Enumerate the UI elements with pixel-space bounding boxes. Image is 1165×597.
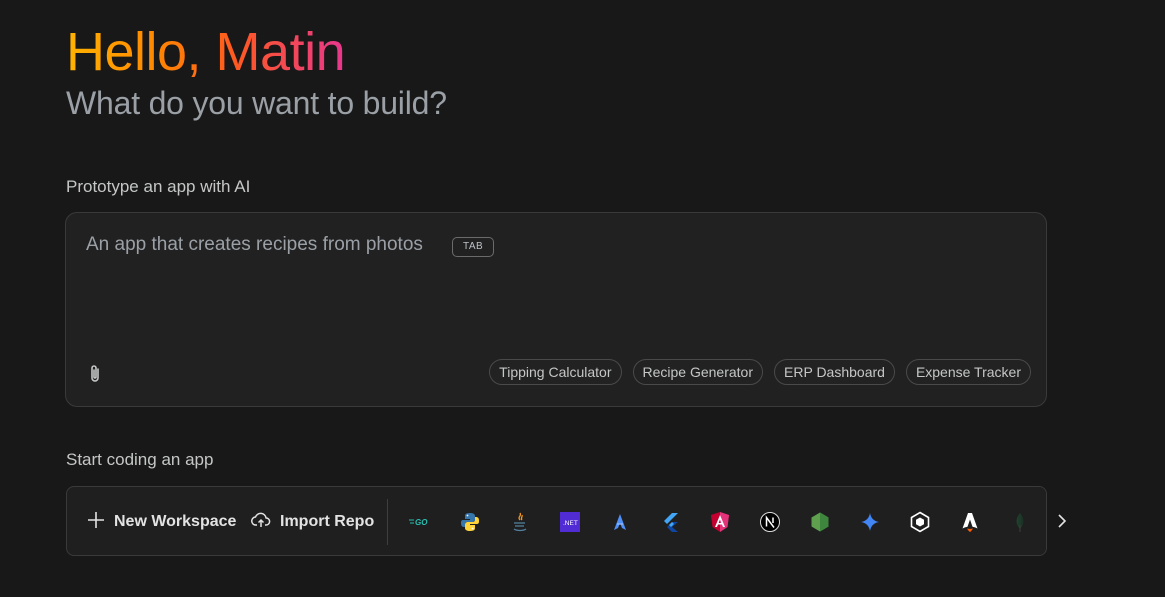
nodejs-icon[interactable] — [805, 507, 835, 537]
suggestion-chip-recipe-generator[interactable]: Recipe Generator — [632, 359, 764, 385]
hexagon-icon[interactable] — [905, 507, 935, 537]
suggestion-chips: Tipping Calculator Recipe Generator ERP … — [489, 359, 1031, 385]
tab-hint-badge: TAB — [452, 237, 495, 257]
flutter-icon[interactable] — [655, 507, 685, 537]
cloud-upload-icon — [251, 511, 271, 534]
toolbar-fade — [986, 487, 1046, 555]
import-repo-label: Import Repo — [280, 513, 375, 530]
angular-icon[interactable] — [705, 507, 735, 537]
paperclip-icon[interactable] — [86, 363, 106, 385]
dotnet-icon[interactable]: .NET — [555, 507, 585, 537]
new-workspace-label: New Workspace — [114, 513, 237, 530]
plus-icon — [87, 511, 105, 534]
toolbar-divider — [387, 499, 388, 545]
page: Hello, Matin What do you want to build? … — [0, 0, 1165, 597]
astro-icon[interactable] — [955, 507, 985, 537]
go-icon[interactable]: GO — [405, 507, 435, 537]
template-toolbar: New Workspace Import Repo GO .NET — [66, 486, 1047, 556]
suggestion-chip-expense-tracker[interactable]: Expense Tracker — [905, 359, 1031, 385]
gemini-icon[interactable] — [855, 507, 885, 537]
go-icon-text: GO — [415, 518, 428, 527]
astro-blue-icon[interactable] — [605, 507, 635, 537]
suggestion-chip-tipping-calculator[interactable]: Tipping Calculator — [489, 359, 622, 385]
suggestion-chip-erp-dashboard[interactable]: ERP Dashboard — [774, 359, 895, 385]
dotnet-icon-text: .NET — [563, 520, 578, 527]
page-subtitle: What do you want to build? — [66, 85, 447, 121]
python-icon[interactable] — [455, 507, 485, 537]
chevron-right-icon[interactable] — [1054, 510, 1070, 532]
template-icons: GO .NET — [405, 507, 1046, 537]
coding-section-label: Start coding an app — [66, 450, 214, 469]
prompt-input[interactable]: An app that creates recipes from photos … — [65, 212, 1047, 407]
prototype-section-label: Prototype an app with AI — [66, 177, 251, 196]
new-workspace-button[interactable]: New Workspace — [87, 507, 236, 537]
java-icon[interactable] — [505, 507, 535, 537]
import-repo-button[interactable]: Import Repo — [251, 507, 374, 537]
prompt-placeholder: An app that creates recipes from photos — [86, 234, 423, 255]
nextjs-icon[interactable] — [755, 507, 785, 537]
greeting-title: Hello, Matin — [66, 22, 346, 82]
